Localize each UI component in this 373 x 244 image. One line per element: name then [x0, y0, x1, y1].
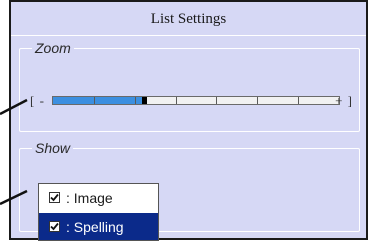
- stage: List Settings Zoom [ - + ] Show: Image …: [0, 0, 373, 244]
- zoom-slider-tick: [93, 97, 95, 104]
- spelling-option-label: : Spelling: [66, 218, 124, 235]
- show-options-list: : Image : Spelling: [38, 183, 159, 241]
- zoom-slider-track[interactable]: [52, 96, 340, 105]
- show-image-option[interactable]: : Image: [39, 184, 158, 211]
- image-checkbox[interactable]: [49, 192, 60, 203]
- spelling-checkbox[interactable]: [49, 221, 60, 232]
- zoom-slider-tick: [175, 97, 177, 104]
- zoom-group: Zoom [ - + ]: [19, 40, 360, 132]
- zoom-slider[interactable]: [ - + ]: [28, 91, 353, 111]
- zoom-slider-tick: [134, 97, 136, 104]
- show-spelling-option[interactable]: : Spelling: [39, 213, 158, 240]
- zoom-out-label[interactable]: [ -: [30, 93, 45, 109]
- show-legend: Show: [35, 140, 71, 156]
- checkmark-icon: [50, 222, 59, 231]
- zoom-slider-tick: [298, 97, 300, 104]
- zoom-slider-fill: [53, 97, 148, 104]
- checkmark-icon: [50, 193, 59, 202]
- zoom-legend: Zoom: [35, 40, 71, 56]
- zoom-slider-tick: [257, 97, 259, 104]
- dialog-title: List Settings: [11, 2, 366, 36]
- zoom-in-label[interactable]: + ]: [335, 93, 353, 109]
- zoom-slider-tick: [216, 97, 218, 104]
- list-settings-dialog: List Settings Zoom [ - + ] Show: Image …: [9, 0, 368, 241]
- image-option-label: : Image: [66, 189, 113, 206]
- show-group: Show : Image : Spelling: [19, 140, 360, 241]
